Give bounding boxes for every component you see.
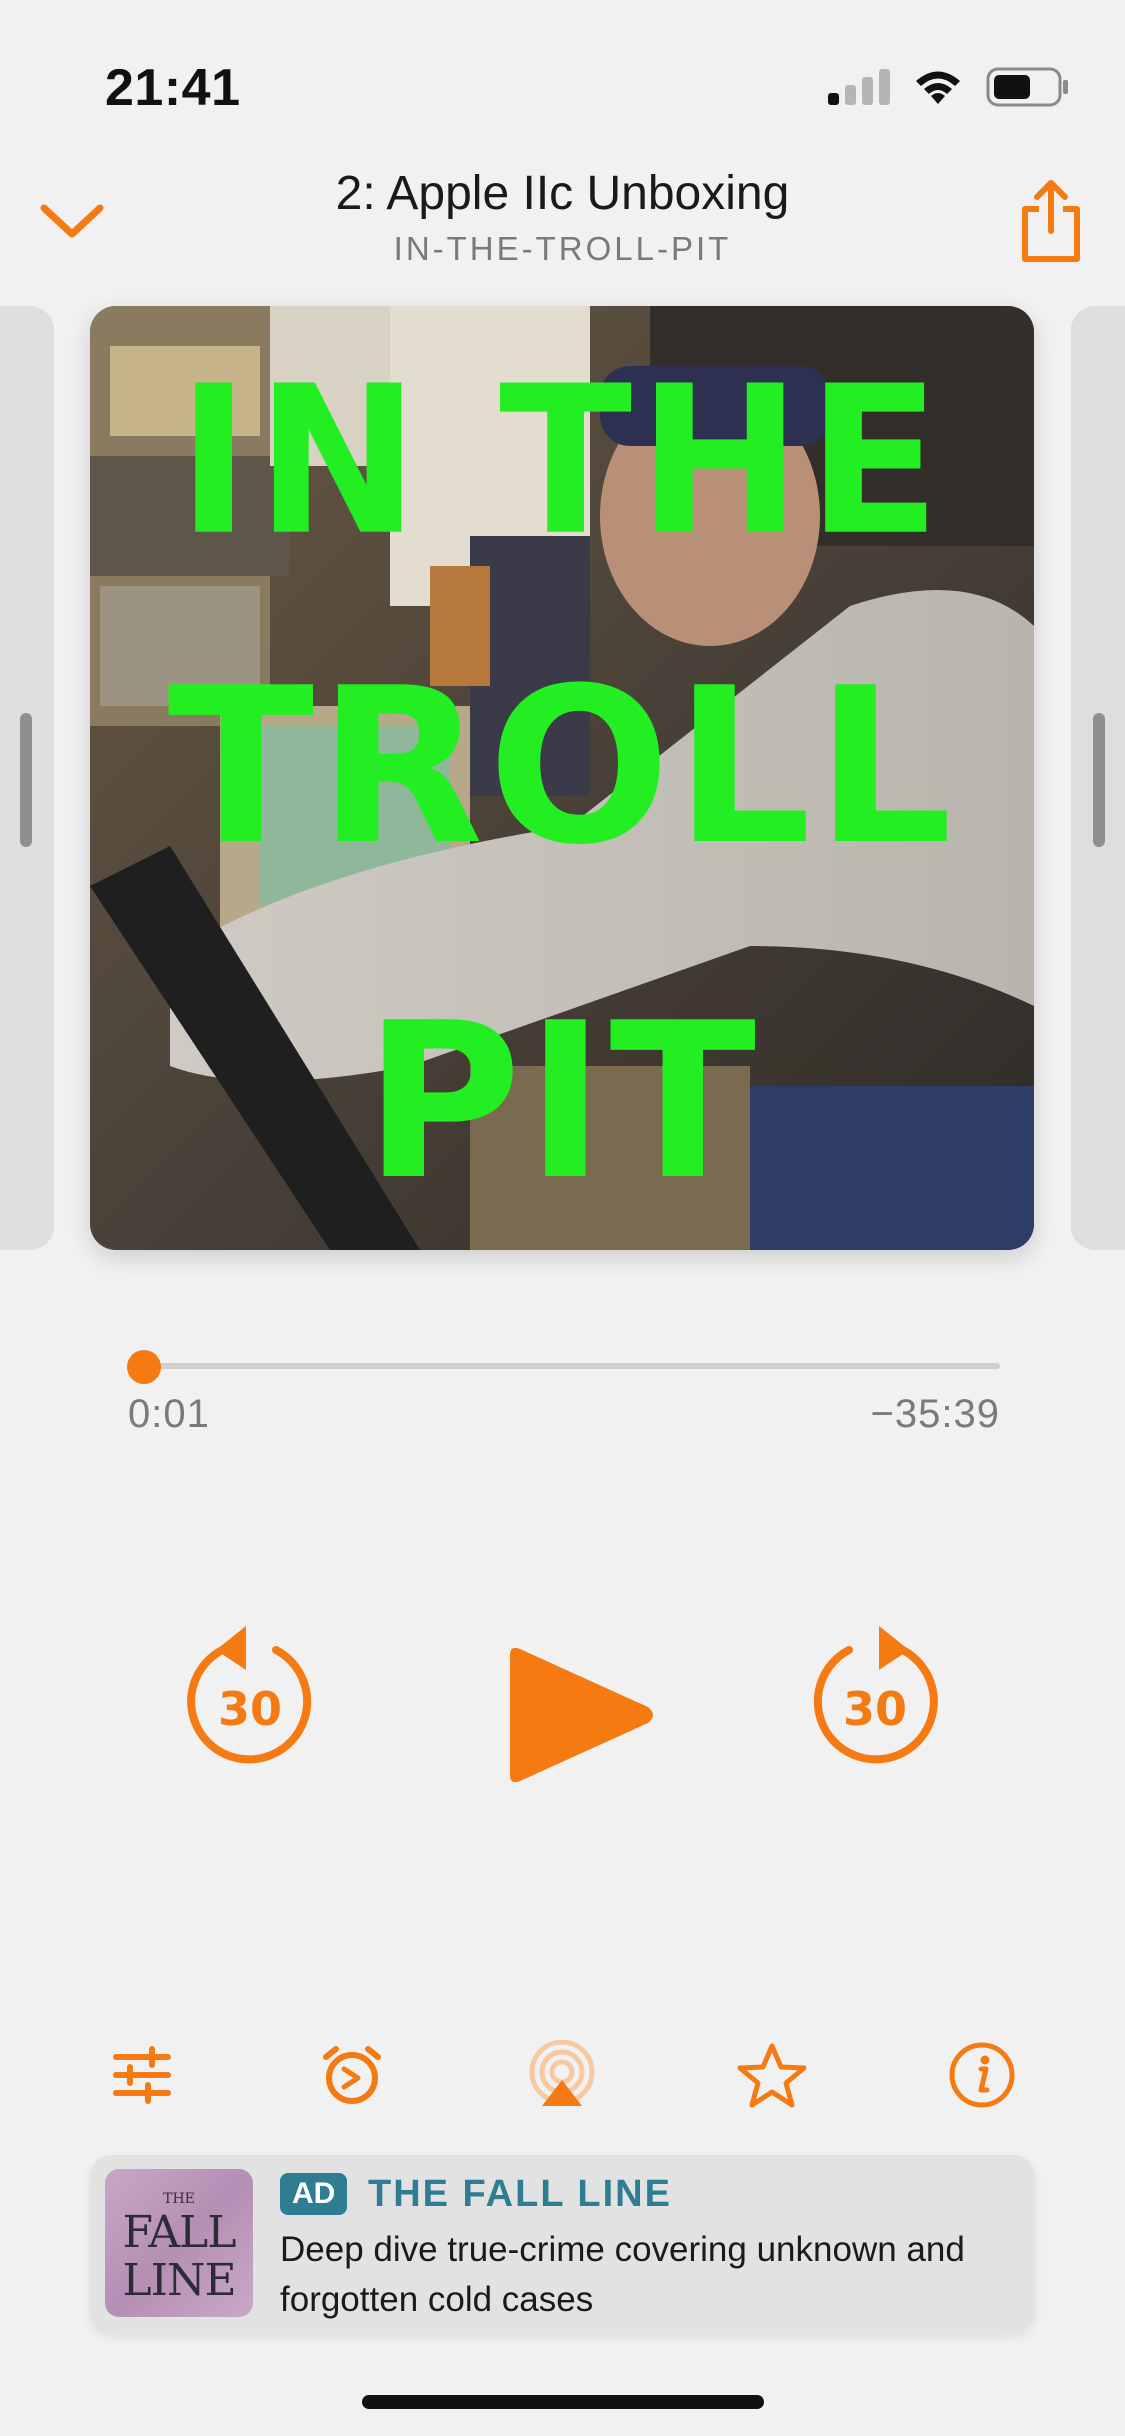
podcast-name[interactable]: IN-THE-TROLL-PIT	[0, 230, 1125, 268]
episode-info-button[interactable]	[942, 2035, 1022, 2115]
play-button[interactable]	[500, 1645, 660, 1785]
airplay-button[interactable]	[522, 2035, 602, 2115]
skip-back-icon: 30	[187, 1626, 312, 1764]
alarm-clock-icon	[323, 2046, 381, 2104]
cellular-signal-icon	[828, 69, 890, 105]
previous-card-handle	[20, 713, 32, 847]
share-icon	[1022, 180, 1080, 262]
progress-scrubber[interactable]	[127, 1350, 1000, 1384]
ad-description: Deep dive true-crime covering unknown an…	[280, 2230, 965, 2319]
player-toolbar	[0, 2035, 1125, 2115]
sliders-icon	[113, 2046, 171, 2104]
info-icon	[949, 2042, 1015, 2108]
skip-forward-icon: 30	[813, 1626, 938, 1764]
ad-thumbnail-line: LINE	[122, 2255, 236, 2306]
ad-thumbnail: THE FALL LINE	[105, 2169, 253, 2317]
progress-knob[interactable]	[127, 1350, 161, 1384]
effects-button[interactable]	[102, 2035, 182, 2115]
skip-forward-button[interactable]: 30	[805, 1620, 945, 1770]
elapsed-time: 0:01	[128, 1392, 210, 1436]
skip-forward-label: 30	[843, 1682, 907, 1736]
svg-text:IN THE: IN THE	[177, 342, 946, 581]
player-header: 2: Apple IIc Unboxing IN-THE-TROLL-PIT	[0, 150, 1125, 280]
status-icons	[828, 64, 1070, 110]
sleep-timer-button[interactable]	[312, 2035, 392, 2115]
ad-thumbnail-the: THE	[163, 2191, 195, 2207]
battery-icon	[986, 67, 1068, 107]
airplay-icon	[529, 2040, 595, 2106]
progress-track	[128, 1363, 1000, 1369]
wifi-icon	[916, 71, 960, 104]
status-time: 21:41	[105, 59, 241, 117]
ad-title: THE FALL LINE	[368, 2173, 672, 2215]
remaining-time: −35:39	[870, 1392, 1000, 1436]
ad-banner[interactable]: THE FALL LINE AD THE FALL LINE Deep dive…	[90, 2155, 1035, 2333]
episode-artwork: IN THE TROLL PIT	[90, 306, 1034, 1250]
favorite-button[interactable]	[732, 2035, 812, 2115]
ad-thumbnail-fall: FALL	[122, 2207, 237, 2258]
artwork-image: IN THE TROLL PIT	[90, 306, 1034, 1250]
svg-text:PIT: PIT	[364, 976, 760, 1227]
ad-badge: AD	[280, 2173, 348, 2215]
skip-back-button[interactable]: 30	[180, 1620, 320, 1770]
share-button[interactable]	[1015, 175, 1087, 265]
play-icon	[510, 1647, 653, 1783]
home-indicator[interactable]	[362, 2395, 764, 2409]
skip-back-label: 30	[218, 1682, 282, 1736]
episode-title: 2: Apple IIc Unboxing	[335, 167, 790, 220]
status-bar: 21:41	[0, 0, 1125, 150]
next-card-handle	[1093, 713, 1105, 847]
svg-text:TROLL: TROLL	[168, 641, 957, 892]
star-icon	[737, 2043, 807, 2108]
